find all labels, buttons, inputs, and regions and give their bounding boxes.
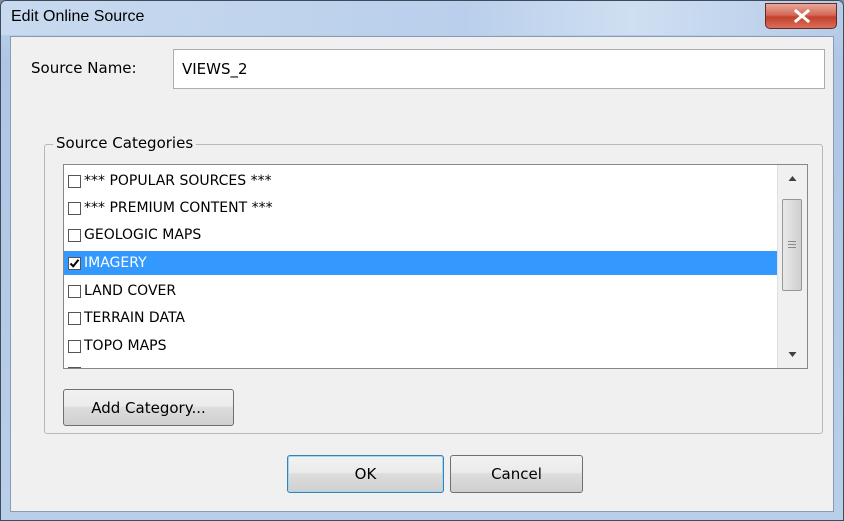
- list-item[interactable]: LAND COVER: [64, 279, 778, 303]
- source-name-label: Source Name:: [31, 59, 137, 77]
- ok-button[interactable]: OK: [287, 455, 444, 493]
- list-item[interactable]: TERRAIN DATA: [64, 306, 778, 330]
- title-bar[interactable]: Edit Online Source: [1, 1, 843, 35]
- scroll-down-arrow-icon: [788, 352, 797, 357]
- category-checkbox[interactable]: [68, 284, 81, 298]
- scroll-grip-line: [788, 244, 796, 245]
- categories-listbox[interactable]: *** POPULAR SOURCES *** *** PREMIUM CONT…: [63, 164, 808, 369]
- category-label: TOPO MAPS: [84, 338, 167, 354]
- close-icon: [793, 9, 811, 23]
- dialog-window: Edit Online Source Source Name: Source C…: [0, 0, 844, 521]
- checkmark-icon: [69, 258, 80, 268]
- category-label: GEOLOGIC MAPS: [84, 227, 202, 243]
- scroll-grip-line: [788, 241, 796, 242]
- category-checkbox[interactable]: [68, 339, 81, 353]
- category-label: *** PREMIUM CONTENT ***: [84, 200, 273, 216]
- window-title: Edit Online Source: [11, 8, 145, 25]
- list-item-selected[interactable]: IMAGERY: [64, 251, 778, 275]
- list-item[interactable]: TOPO MAPS: [64, 334, 778, 358]
- scroll-down-button[interactable]: [778, 343, 807, 365]
- category-checkbox[interactable]: [68, 174, 81, 188]
- category-label: *** POPULAR SOURCES ***: [84, 173, 272, 189]
- scroll-up-arrow-icon: [788, 176, 797, 181]
- category-checkbox[interactable]: [68, 366, 81, 368]
- source-categories-legend: Source Categories: [53, 134, 197, 152]
- category-checkbox[interactable]: [68, 228, 81, 242]
- category-label: IMAGERY: [84, 255, 147, 271]
- source-name-input[interactable]: [173, 49, 825, 89]
- category-checkbox[interactable]: [68, 311, 81, 325]
- cancel-button[interactable]: Cancel: [450, 455, 583, 493]
- close-button[interactable]: [765, 3, 837, 29]
- scroll-grip-line: [788, 247, 796, 248]
- scroll-thumb[interactable]: [782, 199, 802, 291]
- list-item[interactable]: *** POPULAR SOURCES ***: [64, 169, 778, 193]
- category-label: TERRAIN DATA: [84, 310, 185, 326]
- category-checkbox[interactable]: [68, 201, 81, 215]
- category-checkbox-checked[interactable]: [68, 256, 81, 270]
- add-category-button[interactable]: Add Category...: [63, 389, 234, 426]
- list-item[interactable]: *** PREMIUM CONTENT ***: [64, 196, 778, 220]
- list-item-partial[interactable]: [64, 361, 778, 368]
- scroll-up-button[interactable]: [778, 167, 807, 189]
- vertical-scrollbar[interactable]: [777, 165, 807, 368]
- category-label: LAND COVER: [84, 283, 177, 299]
- list-item[interactable]: GEOLOGIC MAPS: [64, 223, 778, 247]
